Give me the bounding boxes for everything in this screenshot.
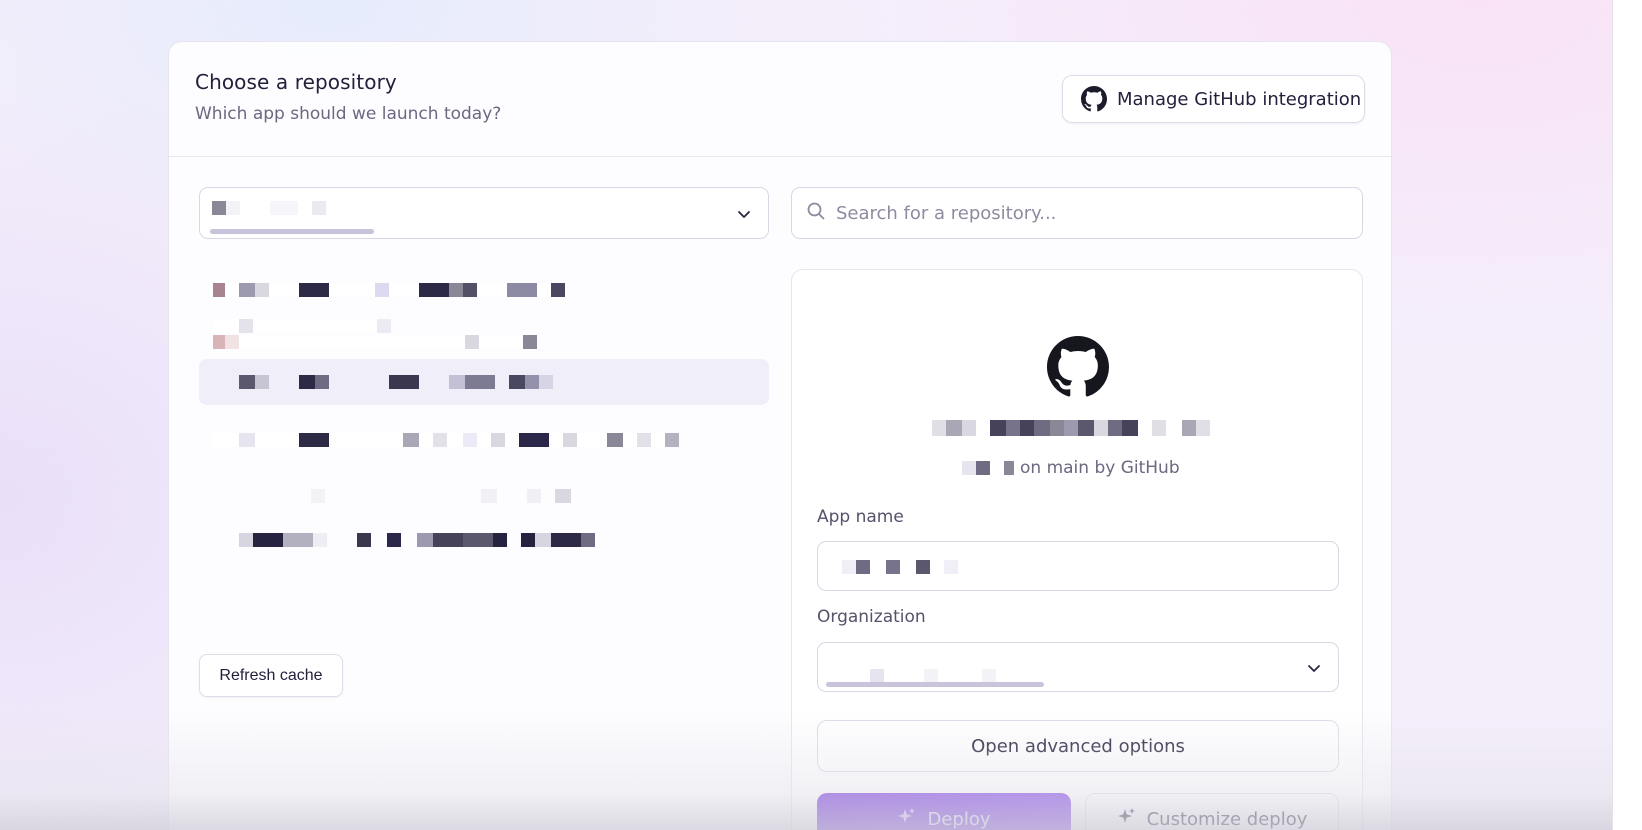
app-name-field[interactable] bbox=[817, 541, 1339, 591]
account-repo-panel: Refresh cache bbox=[199, 187, 769, 697]
app-name-value-redacted bbox=[842, 560, 958, 574]
repo-name-redacted bbox=[213, 533, 595, 547]
organization-value-redacted bbox=[870, 669, 996, 683]
repository-card: Choose a repository Which app should we … bbox=[168, 41, 1392, 830]
account-select-value-redacted bbox=[212, 201, 326, 215]
manage-github-integration-label: Manage GitHub integration bbox=[1117, 88, 1362, 110]
repo-name-redacted bbox=[213, 433, 679, 447]
refresh-cache-button[interactable]: Refresh cache bbox=[199, 654, 343, 697]
deploy-label: Deploy bbox=[927, 808, 991, 830]
list-item[interactable] bbox=[199, 405, 769, 451]
deploy-button[interactable]: Deploy bbox=[817, 793, 1071, 830]
list-item[interactable] bbox=[199, 451, 769, 503]
open-advanced-options-button[interactable]: Open advanced options bbox=[817, 720, 1339, 772]
repo-branch-text: on main by GitHub bbox=[1020, 458, 1180, 478]
account-select-loading-bar bbox=[210, 229, 374, 234]
organization-select[interactable] bbox=[817, 642, 1339, 692]
list-item[interactable] bbox=[199, 497, 769, 547]
github-icon bbox=[1047, 336, 1109, 402]
github-icon bbox=[1081, 86, 1107, 112]
customize-deploy-label: Customize deploy bbox=[1146, 808, 1308, 830]
repository-search[interactable] bbox=[791, 187, 1363, 239]
manage-github-integration-button[interactable]: Manage GitHub integration bbox=[1062, 75, 1365, 123]
sparkle-icon bbox=[1117, 807, 1137, 830]
repo-name-redacted bbox=[213, 335, 537, 349]
customize-deploy-button[interactable]: Customize deploy bbox=[1085, 793, 1339, 830]
organization-loading-bar bbox=[826, 682, 1044, 687]
repository-list bbox=[199, 267, 769, 547]
repo-name-redacted bbox=[213, 283, 565, 297]
repo-name-redacted bbox=[213, 375, 553, 389]
list-item-selected[interactable] bbox=[199, 359, 769, 405]
search-icon bbox=[806, 201, 826, 225]
sparkle-icon bbox=[897, 807, 917, 830]
repo-owner-redacted bbox=[962, 461, 1014, 475]
list-item[interactable] bbox=[199, 313, 769, 359]
app-name-label: App name bbox=[817, 507, 904, 527]
search-input[interactable] bbox=[836, 202, 1336, 224]
account-select[interactable] bbox=[199, 187, 769, 239]
chevron-down-icon bbox=[1306, 660, 1322, 680]
repo-meta: on main by GitHub bbox=[962, 458, 1180, 478]
chevron-down-icon bbox=[736, 206, 752, 226]
organization-label: Organization bbox=[817, 607, 926, 627]
selected-repo-name-redacted bbox=[932, 420, 1210, 436]
repository-detail-panel: on main by GitHub App name Organization bbox=[791, 269, 1363, 830]
window-edge bbox=[1612, 0, 1642, 830]
repo-name-redacted bbox=[213, 319, 391, 333]
list-item[interactable] bbox=[199, 267, 769, 313]
card-header: Choose a repository Which app should we … bbox=[169, 42, 1391, 157]
